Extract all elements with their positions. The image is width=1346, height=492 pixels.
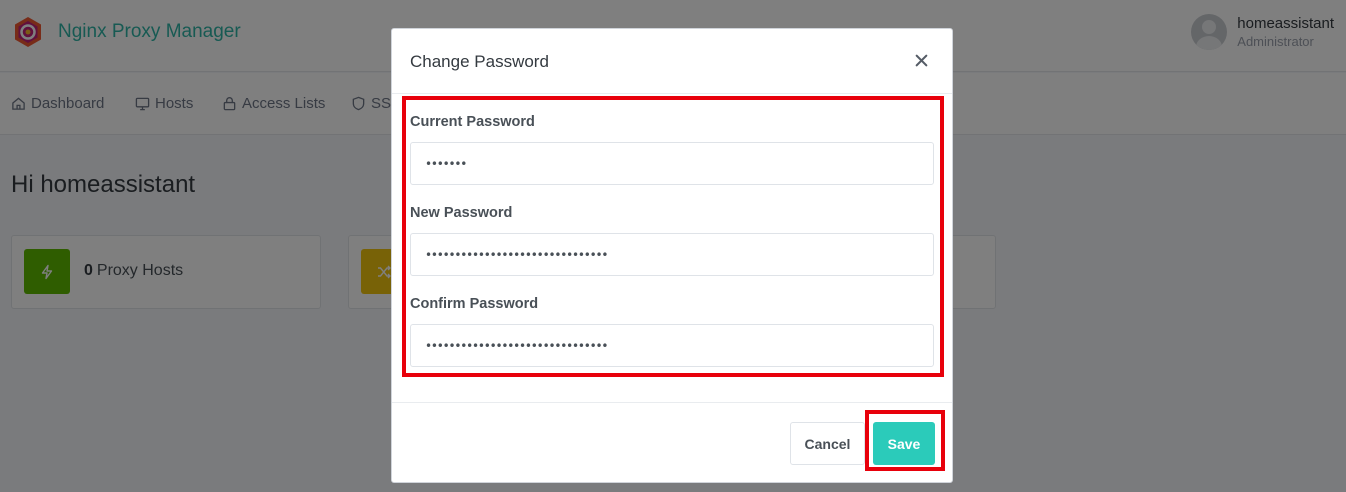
- modal-header: Change Password: [392, 29, 952, 94]
- save-button-highlight: [865, 410, 945, 471]
- modal-title: Change Password: [410, 52, 549, 71]
- close-icon: [915, 54, 927, 66]
- close-button[interactable]: [910, 49, 932, 71]
- cancel-button[interactable]: Cancel: [790, 422, 865, 465]
- password-fields-highlight: [402, 96, 944, 377]
